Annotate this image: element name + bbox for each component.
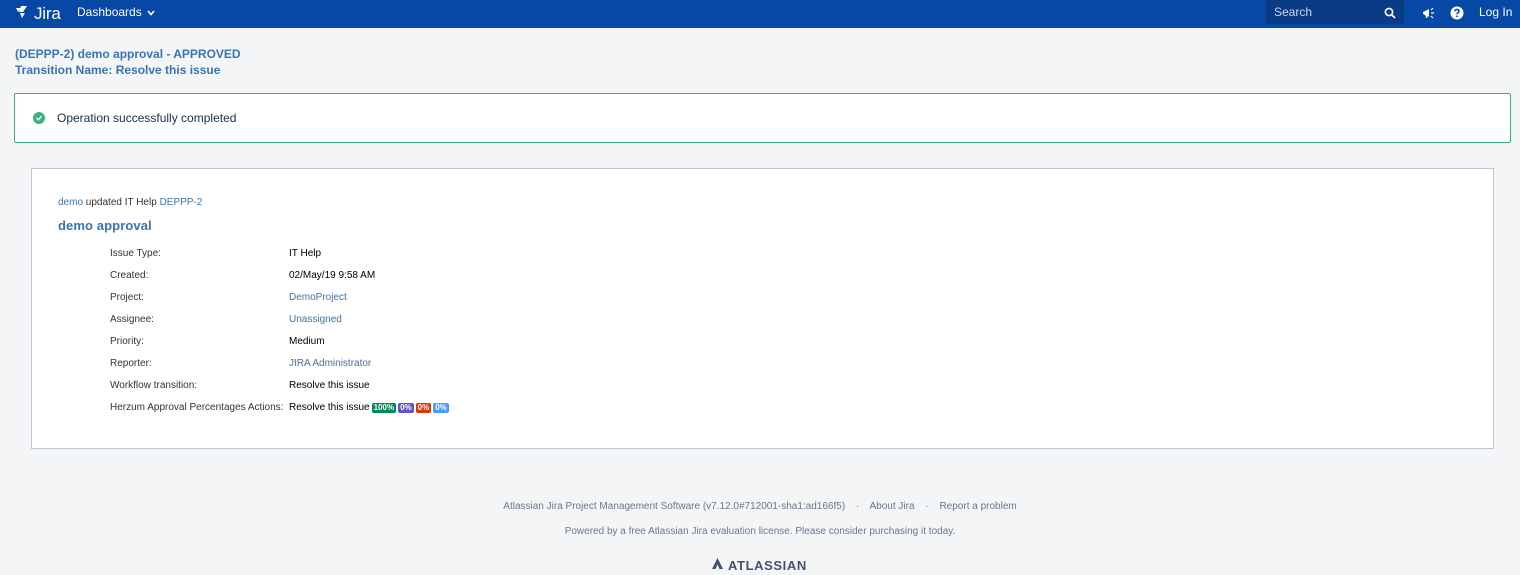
success-message: Operation successfully completed <box>14 93 1511 143</box>
issue-field-label: Workflow transition: <box>110 380 198 391</box>
success-check-icon <box>33 112 45 124</box>
issue-field-label: Priority: <box>110 336 144 347</box>
jira-logo-text: Jira <box>34 4 61 23</box>
login-button[interactable]: Log In <box>1479 5 1512 19</box>
report-problem-link[interactable]: Report a problem <box>939 501 1016 512</box>
issue-field-label: Project: <box>110 292 144 303</box>
issue-field-value-text: Resolve this issue <box>289 380 370 391</box>
issue-field-value[interactable]: JIRA Administrator <box>289 358 371 369</box>
page-title-line-2: Transition Name: Resolve this issue <box>15 63 221 77</box>
issue-field-value-text: 02/May/19 9:58 AM <box>289 270 376 281</box>
page-title-line-1: (DEPPP-2) demo approval - APPROVED <box>15 47 241 61</box>
dashboards-label: Dashboards <box>77 5 142 19</box>
page-title: (DEPPP-2) demo approval - APPROVED Trans… <box>15 46 241 78</box>
search-input[interactable] <box>1274 5 1378 19</box>
footer-software-text: Atlassian Jira Project Management Softwa… <box>503 501 846 512</box>
issue-field-value: Resolve this issue 100% 0% 0% 0% <box>289 402 449 413</box>
footer-separator: · <box>855 501 860 512</box>
approval-percentage-badge: 0% <box>433 402 449 413</box>
issue-field-value-text[interactable]: Unassigned <box>289 314 342 325</box>
issue-field-value: Medium <box>289 336 325 347</box>
issue-field-value-text[interactable]: JIRA Administrator <box>289 358 371 369</box>
dashboards-menu[interactable]: Dashboards <box>77 5 155 19</box>
issue-field-value-text: Resolve this issue <box>289 402 370 413</box>
atlassian-logo-icon <box>711 557 724 573</box>
about-jira-link[interactable]: About Jira <box>870 501 915 512</box>
issue-field-value: 02/May/19 9:58 AM <box>289 270 375 281</box>
issue-field-label: Herzum Approval Percentages Actions: <box>110 402 284 413</box>
issue-field-value[interactable]: DemoProject <box>289 292 347 303</box>
user-link[interactable]: demo <box>58 197 83 208</box>
issue-field-label: Reporter: <box>110 358 152 369</box>
approval-percentage-badge: 0% <box>415 402 432 413</box>
issue-field-value-text: Medium <box>289 336 325 347</box>
issue-update-summary: demo updated IT Help DEPPP-2 <box>58 197 202 208</box>
issue-field-value: IT Help <box>289 248 321 259</box>
issue-field-value: Resolve this issue <box>289 380 370 391</box>
success-message-text: Operation successfully completed <box>57 111 237 125</box>
chevron-down-icon <box>147 5 155 19</box>
footer-links: Atlassian Jira Project Management Softwa… <box>0 501 1520 512</box>
issue-field-label: Issue Type: <box>110 248 161 259</box>
search-icon[interactable] <box>1384 6 1396 24</box>
atlassian-logo[interactable]: ATLASSIAN <box>711 557 807 573</box>
issue-field-label: Assignee: <box>110 314 154 325</box>
jira-logo[interactable]: Jira <box>14 3 61 25</box>
footer-separator: · <box>925 501 929 512</box>
issue-update-card: demo updated IT Help DEPPP-2 demo approv… <box>31 168 1494 449</box>
top-navigation-bar: Jira Dashboards Log In <box>0 0 1520 28</box>
atlassian-logo-text: ATLASSIAN <box>728 557 807 573</box>
issue-field-label: Created: <box>110 270 149 281</box>
footer-license-text: Powered by a free Atlassian Jira evaluat… <box>564 526 956 537</box>
jira-logo-icon <box>14 4 30 25</box>
issue-field-value-text: IT Help <box>289 248 322 259</box>
issue-title-link[interactable]: demo approval <box>58 218 152 233</box>
help-icon[interactable] <box>1450 6 1464 25</box>
update-action-text: updated IT Help <box>83 197 160 208</box>
issue-key-link[interactable]: DEPPP-2 <box>160 197 203 208</box>
approval-percentage-badge: 100% <box>371 402 397 413</box>
issue-field-value[interactable]: Unassigned <box>289 314 342 325</box>
search-box[interactable] <box>1266 0 1404 24</box>
approval-percentage-badge: 0% <box>398 402 414 413</box>
issue-field-value-text[interactable]: DemoProject <box>289 292 347 303</box>
megaphone-icon[interactable] <box>1421 6 1435 25</box>
